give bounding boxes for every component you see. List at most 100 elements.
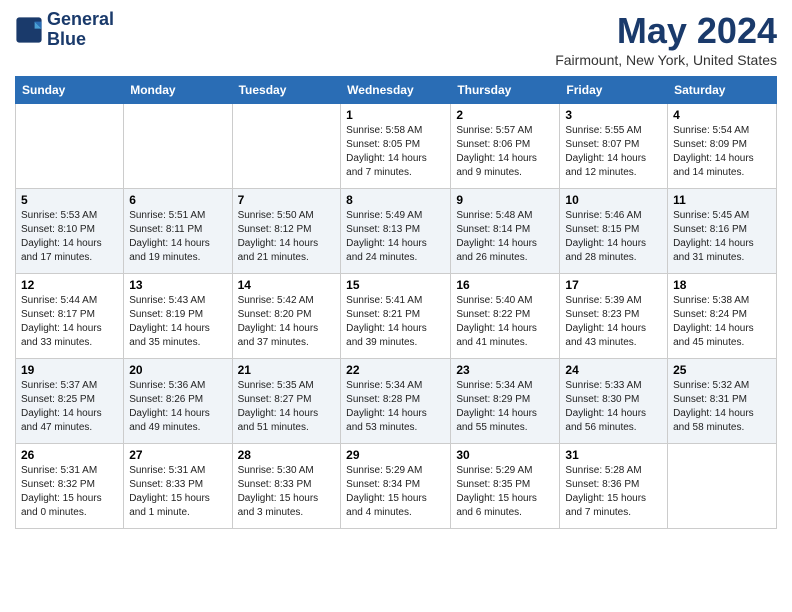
day-number: 24 bbox=[565, 363, 662, 377]
daylight-hours: and 28 minutes. bbox=[565, 252, 636, 263]
calendar-cell: 11Sunrise: 5:45 AMSunset: 8:16 PMDayligh… bbox=[668, 189, 777, 274]
day-info: Sunrise: 5:31 AMSunset: 8:33 PMDaylight:… bbox=[129, 464, 226, 520]
sun-time: Sunrise: 5:43 AM bbox=[129, 295, 205, 306]
day-number: 27 bbox=[129, 448, 226, 462]
daylight-hours: and 41 minutes. bbox=[456, 337, 527, 348]
sun-time: Sunrise: 5:51 AM bbox=[129, 210, 205, 221]
sun-time: Sunset: 8:11 PM bbox=[129, 224, 202, 235]
day-info: Sunrise: 5:32 AMSunset: 8:31 PMDaylight:… bbox=[673, 379, 771, 435]
sun-time: Sunset: 8:35 PM bbox=[456, 479, 530, 490]
weekday-header-thursday: Thursday bbox=[451, 77, 560, 104]
day-info: Sunrise: 5:51 AMSunset: 8:11 PMDaylight:… bbox=[129, 209, 226, 265]
calendar: SundayMondayTuesdayWednesdayThursdayFrid… bbox=[15, 76, 777, 529]
logo: General Blue bbox=[15, 10, 114, 50]
day-info: Sunrise: 5:34 AMSunset: 8:28 PMDaylight:… bbox=[346, 379, 445, 435]
sun-time: Sunset: 8:26 PM bbox=[129, 394, 203, 405]
day-number: 20 bbox=[129, 363, 226, 377]
sun-time: Sunrise: 5:40 AM bbox=[456, 295, 532, 306]
day-number: 16 bbox=[456, 278, 554, 292]
title-block: May 2024 Fairmount, New York, United Sta… bbox=[555, 10, 777, 68]
sun-time: Sunset: 8:14 PM bbox=[456, 224, 530, 235]
day-number: 9 bbox=[456, 193, 554, 207]
daylight-hours: Daylight: 15 hours bbox=[238, 493, 319, 504]
day-info: Sunrise: 5:40 AMSunset: 8:22 PMDaylight:… bbox=[456, 294, 554, 350]
daylight-hours: and 7 minutes. bbox=[346, 167, 412, 178]
daylight-hours: and 12 minutes. bbox=[565, 167, 636, 178]
day-info: Sunrise: 5:44 AMSunset: 8:17 PMDaylight:… bbox=[21, 294, 118, 350]
daylight-hours: and 43 minutes. bbox=[565, 337, 636, 348]
day-info: Sunrise: 5:53 AMSunset: 8:10 PMDaylight:… bbox=[21, 209, 118, 265]
daylight-hours: Daylight: 14 hours bbox=[21, 323, 102, 334]
sun-time: Sunrise: 5:35 AM bbox=[238, 380, 314, 391]
sun-time: Sunrise: 5:38 AM bbox=[673, 295, 749, 306]
day-number: 5 bbox=[21, 193, 118, 207]
calendar-cell: 24Sunrise: 5:33 AMSunset: 8:30 PMDayligh… bbox=[560, 359, 668, 444]
day-info: Sunrise: 5:30 AMSunset: 8:33 PMDaylight:… bbox=[238, 464, 336, 520]
daylight-hours: Daylight: 14 hours bbox=[346, 238, 427, 249]
calendar-cell: 22 Sunrise: 5:34 AMSunset: 8:28 PMDayligh… bbox=[341, 359, 451, 444]
day-number: 13 bbox=[129, 278, 226, 292]
daylight-hours: and 24 minutes. bbox=[346, 252, 417, 263]
calendar-cell: 4Sunrise: 5:54 AMSunset: 8:09 PMDaylight… bbox=[668, 104, 777, 189]
sun-time: Sunset: 8:28 PM bbox=[346, 394, 420, 405]
sun-time: Sunset: 8:15 PM bbox=[565, 224, 639, 235]
daylight-hours: and 33 minutes. bbox=[21, 337, 92, 348]
sun-time: Sunset: 8:23 PM bbox=[565, 309, 639, 320]
calendar-cell: 23Sunrise: 5:34 AMSunset: 8:29 PMDayligh… bbox=[451, 359, 560, 444]
day-number: 4 bbox=[673, 108, 771, 122]
daylight-hours: Daylight: 14 hours bbox=[238, 323, 319, 334]
sun-time: Sunrise: 5:41 AM bbox=[346, 295, 422, 306]
day-info: Sunrise: 5:57 AMSunset: 8:06 PMDaylight:… bbox=[456, 124, 554, 180]
daylight-hours: and 58 minutes. bbox=[673, 422, 744, 433]
week-row-1: 1Sunrise: 5:58 AMSunset: 8:05 PMDaylight… bbox=[16, 104, 777, 189]
day-info: Sunrise: 5:28 AMSunset: 8:36 PMDaylight:… bbox=[565, 464, 662, 520]
month-title: May 2024 bbox=[555, 10, 777, 52]
calendar-cell: 30Sunrise: 5:29 AMSunset: 8:35 PMDayligh… bbox=[451, 444, 560, 529]
calendar-cell: 27 Sunrise: 5:31 AMSunset: 8:33 PMDayligh… bbox=[124, 444, 232, 529]
weekday-header-monday: Monday bbox=[124, 77, 232, 104]
sun-time: Sunrise: 5:37 AM bbox=[21, 380, 97, 391]
sun-time: Sunrise: 5:33 AM bbox=[565, 380, 641, 391]
daylight-hours: Daylight: 14 hours bbox=[565, 153, 646, 164]
daylight-hours: Daylight: 14 hours bbox=[456, 238, 537, 249]
day-number: 30 bbox=[456, 448, 554, 462]
day-number: 26 bbox=[21, 448, 118, 462]
day-number: 28 bbox=[238, 448, 336, 462]
calendar-cell: 17Sunrise: 5:39 AMSunset: 8:23 PMDayligh… bbox=[560, 274, 668, 359]
day-number: 1 bbox=[346, 108, 445, 122]
daylight-hours: and 56 minutes. bbox=[565, 422, 636, 433]
week-row-5: 26Sunrise: 5:31 AMSunset: 8:32 PMDayligh… bbox=[16, 444, 777, 529]
calendar-cell: 14Sunrise: 5:42 AMSunset: 8:20 PMDayligh… bbox=[232, 274, 341, 359]
calendar-cell bbox=[16, 104, 124, 189]
calendar-cell: 10Sunrise: 5:46 AMSunset: 8:15 PMDayligh… bbox=[560, 189, 668, 274]
calendar-cell: 25Sunrise: 5:32 AMSunset: 8:31 PMDayligh… bbox=[668, 359, 777, 444]
day-info: Sunrise: 5:36 AMSunset: 8:26 PMDaylight:… bbox=[129, 379, 226, 435]
sun-time: Sunrise: 5:45 AM bbox=[673, 210, 749, 221]
daylight-hours: and 1 minute. bbox=[129, 507, 190, 518]
calendar-cell: 13Sunrise: 5:43 AMSunset: 8:19 PMDayligh… bbox=[124, 274, 232, 359]
weekday-header-sunday: Sunday bbox=[16, 77, 124, 104]
daylight-hours: Daylight: 14 hours bbox=[565, 408, 646, 419]
sun-time: Sunset: 8:33 PM bbox=[238, 479, 312, 490]
calendar-cell: 29Sunrise: 5:29 AMSunset: 8:34 PMDayligh… bbox=[341, 444, 451, 529]
day-number: 22 bbox=[346, 363, 445, 377]
day-number: 10 bbox=[565, 193, 662, 207]
sun-time: Sunrise: 5:39 AM bbox=[565, 295, 641, 306]
daylight-hours: and 51 minutes. bbox=[238, 422, 309, 433]
sun-time: Sunset: 8:24 PM bbox=[673, 309, 747, 320]
sun-time: Sunset: 8:06 PM bbox=[456, 139, 530, 150]
sun-time: Sunset: 8:22 PM bbox=[456, 309, 530, 320]
day-number: 31 bbox=[565, 448, 662, 462]
day-number: 12 bbox=[21, 278, 118, 292]
daylight-hours: and 0 minutes. bbox=[21, 507, 87, 518]
logo-text: General Blue bbox=[47, 10, 114, 50]
calendar-cell: 19Sunrise: 5:37 AMSunset: 8:25 PMDayligh… bbox=[16, 359, 124, 444]
calendar-cell: 2Sunrise: 5:57 AMSunset: 8:06 PMDaylight… bbox=[451, 104, 560, 189]
daylight-hours: and 26 minutes. bbox=[456, 252, 527, 263]
day-number: 7 bbox=[238, 193, 336, 207]
day-info: Sunrise: 5:50 AMSunset: 8:12 PMDaylight:… bbox=[238, 209, 336, 265]
weekday-header-friday: Friday bbox=[560, 77, 668, 104]
sun-time: Sunrise: 5:31 AM bbox=[21, 465, 97, 476]
day-info: Sunrise: 5:48 AMSunset: 8:14 PMDaylight:… bbox=[456, 209, 554, 265]
day-number: 21 bbox=[238, 363, 336, 377]
